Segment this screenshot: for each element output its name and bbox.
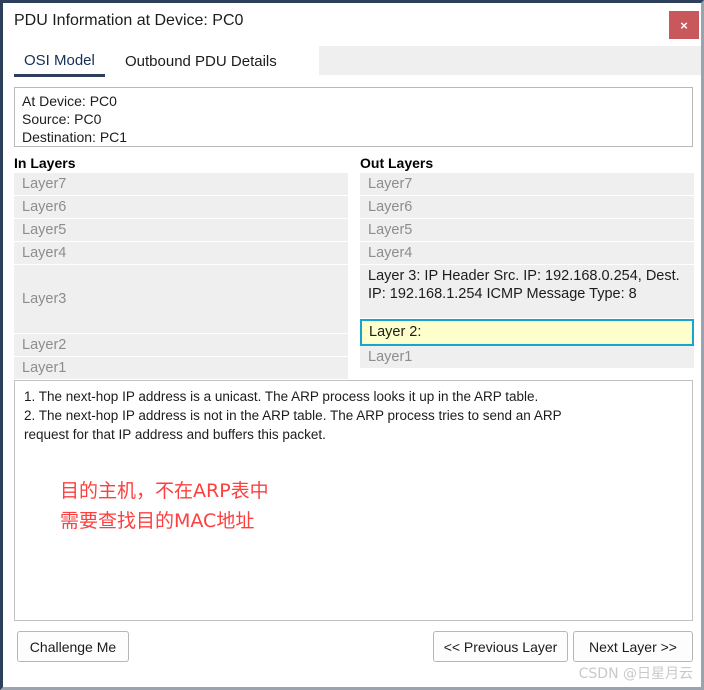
out-layer-row-2[interactable]: Layer 2:	[360, 319, 694, 346]
in-layers-list: Layer7 Layer6 Layer5 Layer4 Layer3 Layer2 Laye…	[14, 173, 348, 380]
close-icon[interactable]: ×	[669, 11, 699, 39]
watermark: CSDN @日星月云	[578, 666, 693, 682]
info-destination: Destination: PC1	[22, 129, 128, 145]
tab-outbound-pdu-details[interactable]: Outbound PDU Details	[115, 46, 287, 77]
previous-layer-button[interactable]: << Previous Layer	[433, 631, 568, 662]
next-layer-button[interactable]: Next Layer >>	[573, 631, 693, 662]
red-annotation: 目的主机，不在ARP表中 需要查找目的MAC地址	[60, 476, 269, 536]
window-title: PDU Information at Device: PC0	[14, 12, 244, 29]
out-layer-row-4[interactable]: Layer4	[360, 242, 694, 265]
in-layer-row-2[interactable]: Layer2	[14, 334, 348, 357]
challenge-me-button[interactable]: Challenge Me	[17, 631, 129, 662]
pdu-information-window: PDU Information at Device: PC0 × OSI Mod…	[0, 0, 704, 690]
tab-strip-filler	[319, 46, 701, 75]
description-line-2: 2. The next-hop IP address is not in the…	[24, 408, 562, 423]
in-layer-row-7[interactable]: Layer7	[14, 173, 348, 196]
out-layer-row-3[interactable]: Layer 3: IP Header Src. IP: 192.168.0.25…	[360, 265, 694, 319]
out-layers-list: Layer7 Layer6 Layer5 Layer4 Layer 3: IP Head…	[360, 173, 694, 369]
in-layers-header: In Layers	[14, 155, 76, 171]
in-layer-row-5[interactable]: Layer5	[14, 219, 348, 242]
out-layer-row-7[interactable]: Layer7	[360, 173, 694, 196]
description-line-3: request for that IP address and buffers …	[24, 427, 326, 442]
annotation-line-1: 目的主机，不在ARP表中	[60, 480, 269, 502]
in-layer-row-6[interactable]: Layer6	[14, 196, 348, 219]
in-layer-row-3[interactable]: Layer3	[14, 265, 348, 334]
out-layer-row-1[interactable]: Layer1	[360, 346, 694, 369]
info-source: Source: PC0	[22, 111, 102, 127]
info-at-device: At Device: PC0	[22, 93, 117, 109]
description-panel: 1. The next-hop IP address is a unicast.…	[14, 380, 693, 621]
out-layers-header: Out Layers	[360, 155, 434, 171]
in-layer-row-4[interactable]: Layer4	[14, 242, 348, 265]
title-bar: PDU Information at Device: PC0 ×	[3, 3, 701, 43]
tab-strip: OSI Model Outbound PDU Details	[3, 46, 701, 77]
annotation-line-2: 需要查找目的MAC地址	[60, 510, 255, 532]
device-info-box: At Device: PC0 Source: PC0 Destination: …	[14, 87, 693, 147]
out-layer-row-5[interactable]: Layer5	[360, 219, 694, 242]
tab-osi-model[interactable]: OSI Model	[14, 46, 105, 77]
in-layer-row-1[interactable]: Layer1	[14, 357, 348, 380]
description-line-1: 1. The next-hop IP address is a unicast.…	[24, 389, 539, 404]
out-layer-row-6[interactable]: Layer6	[360, 196, 694, 219]
